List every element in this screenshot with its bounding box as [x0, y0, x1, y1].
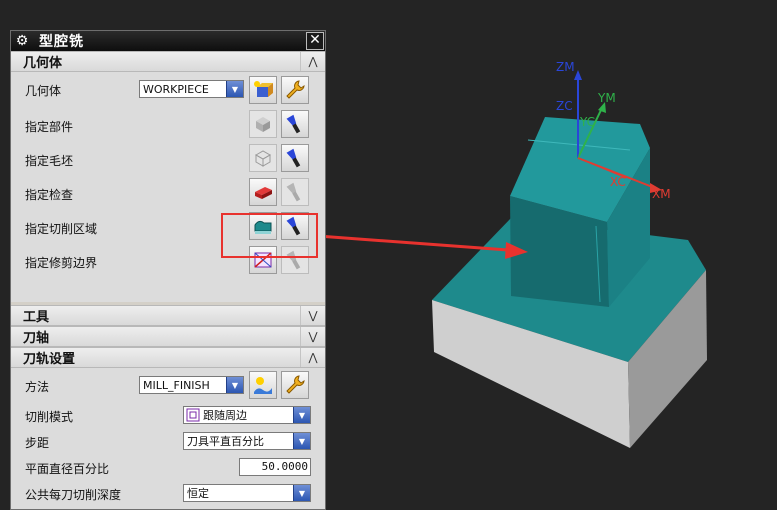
- display-check-button[interactable]: [281, 178, 309, 206]
- section-geometry-header[interactable]: 几何体 ⋀: [11, 51, 325, 72]
- axis-label-ym: YM: [597, 91, 616, 105]
- flat-diameter-row: 平面直径百分比 50.0000: [11, 454, 325, 480]
- chevron-down-icon[interactable]: ▼: [293, 407, 310, 423]
- axis-label-zc: ZC: [556, 99, 573, 113]
- geometry-label: 几何体: [25, 84, 62, 98]
- specify-cut-area-label: 指定切削区域: [25, 222, 98, 236]
- new-method-icon: [254, 377, 272, 394]
- display-part-button[interactable]: [281, 110, 309, 138]
- section-axis-label: 刀轴: [23, 331, 50, 346]
- cut-area-highlight-box: [221, 213, 318, 258]
- chevron-down-icon[interactable]: ▼: [293, 433, 310, 449]
- chevron-up-icon[interactable]: ⋀: [300, 348, 325, 367]
- axis-label-xc: XC: [610, 175, 626, 189]
- cut-pattern-value: 跟随周边: [203, 409, 247, 422]
- geometry-row: 几何体 WORKPIECE ▼: [11, 72, 325, 108]
- cut-pattern-row: 切削模式 跟随周边 ▼: [11, 402, 325, 428]
- display-blank-button[interactable]: [281, 144, 309, 172]
- chevron-down-icon[interactable]: ⋁: [300, 306, 325, 325]
- gear-icon[interactable]: ⚙: [13, 32, 31, 50]
- specify-part-row: 指定部件: [11, 108, 325, 142]
- section-tool-label: 工具: [23, 310, 50, 325]
- flat-diameter-label: 平面直径百分比: [25, 462, 110, 476]
- chevron-down-icon[interactable]: ⋁: [300, 327, 325, 346]
- check-body-icon: [255, 187, 272, 199]
- edit-geometry-button[interactable]: [281, 76, 309, 104]
- method-label: 方法: [25, 380, 50, 394]
- wrench-icon: [286, 375, 305, 394]
- depth-select[interactable]: 恒定 ▼: [183, 484, 311, 502]
- dialog-titlebar[interactable]: ⚙ 型腔铣 ✕: [11, 31, 325, 51]
- stepover-label: 步距: [25, 436, 50, 450]
- part-cube-icon: [256, 117, 270, 132]
- depth-row: 公共每刀切削深度 恒定 ▼: [11, 480, 325, 506]
- cavity-mill-dialog[interactable]: ⚙ 型腔铣 ✕ 几何体 ⋀ 几何体 WORKPIECE ▼ 指定部件 指定毛坯 …: [10, 30, 326, 510]
- specify-check-label: 指定检查: [25, 188, 74, 202]
- new-geometry-icon: [254, 81, 273, 97]
- geometry-select[interactable]: WORKPIECE ▼: [139, 80, 244, 98]
- new-method-button[interactable]: [249, 371, 277, 399]
- flashlight-icon: [286, 148, 301, 168]
- blank-wireframe-icon: [254, 150, 272, 167]
- chevron-down-icon[interactable]: ▼: [226, 377, 243, 393]
- specify-part-label: 指定部件: [25, 120, 74, 134]
- specify-trim-label: 指定修剪边界: [25, 256, 98, 270]
- chevron-down-icon[interactable]: ▼: [293, 485, 310, 501]
- section-geometry-label: 几何体: [23, 56, 63, 71]
- section-tool-header[interactable]: 工具 ⋁: [11, 305, 325, 326]
- follow-periphery-icon: [186, 408, 200, 422]
- section-path-settings-body: 方法 MILL_FINISH ▼ 切削模式 跟随周边 ▼ 步距 刀具平直百分比 …: [11, 368, 325, 509]
- workpiece-model[interactable]: [432, 117, 707, 448]
- check-geometry-button[interactable]: [249, 178, 277, 206]
- flashlight-icon: [286, 182, 301, 202]
- section-geometry-body: 几何体 WORKPIECE ▼ 指定部件 指定毛坯 指定检查 指定切削区域 指定…: [11, 72, 325, 302]
- chevron-down-icon[interactable]: ▼: [226, 81, 243, 97]
- axis-label-xm: XM: [652, 187, 671, 201]
- axis-label-yc: YC: [579, 115, 595, 129]
- chevron-up-icon[interactable]: ⋀: [300, 52, 325, 71]
- method-row: 方法 MILL_FINISH ▼: [11, 368, 325, 402]
- section-axis-header[interactable]: 刀轴 ⋁: [11, 326, 325, 347]
- depth-value: 恒定: [187, 487, 209, 500]
- axis-label-zm: ZM: [556, 60, 575, 74]
- depth-label: 公共每刀切削深度: [25, 488, 122, 502]
- wrench-icon: [286, 80, 305, 99]
- flat-diameter-input[interactable]: 50.0000: [239, 458, 311, 476]
- dialog-title: 型腔铣: [39, 34, 84, 50]
- new-geometry-button[interactable]: [249, 76, 277, 104]
- method-select[interactable]: MILL_FINISH ▼: [139, 376, 244, 394]
- specify-blank-label: 指定毛坯: [25, 154, 74, 168]
- section-path-settings-header[interactable]: 刀轨设置 ⋀: [11, 347, 325, 368]
- stepover-select[interactable]: 刀具平直百分比 ▼: [183, 432, 311, 450]
- cut-pattern-label: 切削模式: [25, 410, 74, 424]
- stepover-row: 步距 刀具平直百分比 ▼: [11, 428, 325, 454]
- part-geometry-button[interactable]: [249, 110, 277, 138]
- cut-pattern-select[interactable]: 跟随周边 ▼: [183, 406, 311, 424]
- blank-geometry-button[interactable]: [249, 144, 277, 172]
- method-select-value: MILL_FINISH: [143, 378, 210, 392]
- specify-check-row: 指定检查: [11, 176, 325, 210]
- specify-blank-row: 指定毛坯: [11, 142, 325, 176]
- edit-method-button[interactable]: [281, 371, 309, 399]
- geometry-select-value: WORKPIECE: [143, 82, 209, 96]
- stepover-value: 刀具平直百分比: [187, 435, 264, 448]
- flashlight-icon: [286, 114, 301, 134]
- close-button[interactable]: ✕: [306, 32, 324, 50]
- section-path-settings-label: 刀轨设置: [23, 352, 76, 367]
